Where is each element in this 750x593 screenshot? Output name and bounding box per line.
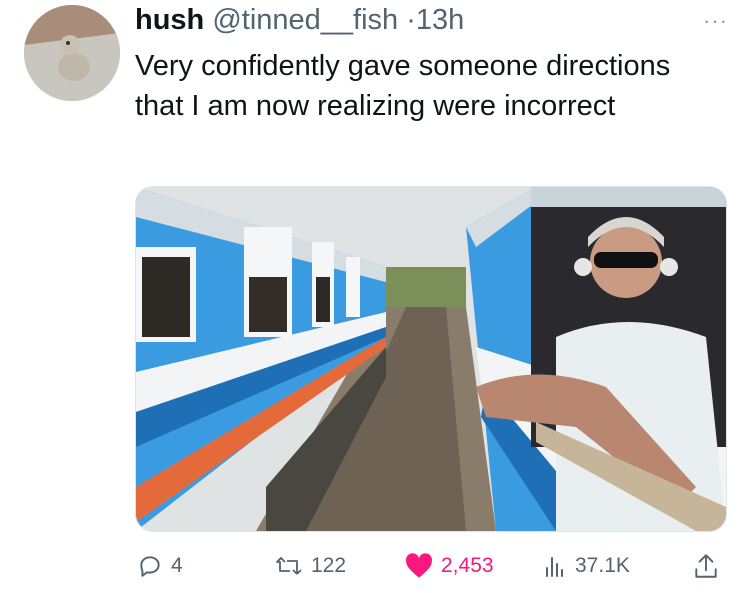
separator-dot: ·	[406, 4, 416, 36]
retweet-count: 122	[311, 554, 347, 577]
views-count: 37.1K	[575, 554, 630, 577]
like-button[interactable]: 2,453	[405, 548, 494, 584]
retweet-button[interactable]: 122	[275, 548, 346, 584]
reply-count: 4	[171, 554, 183, 577]
tweet-text: Very confidently gave someone directions…	[135, 50, 671, 122]
more-icon[interactable]: ···	[703, 8, 728, 34]
tweet-header: hush @tinned__fish ·13h	[135, 2, 464, 38]
action-bar: 4 122 2,453 37.1K	[135, 548, 725, 584]
views-icon	[543, 553, 567, 579]
retweet-icon	[275, 553, 303, 579]
display-name[interactable]: hush	[135, 4, 204, 36]
share-icon	[693, 552, 719, 580]
user-handle[interactable]: @tinned__fish	[212, 4, 398, 36]
views-button[interactable]: 37.1K	[543, 548, 630, 584]
heart-icon	[405, 553, 433, 579]
avatar[interactable]	[24, 5, 120, 101]
like-count: 2,453	[441, 554, 494, 577]
reply-icon	[137, 553, 163, 579]
reply-button[interactable]: 4	[137, 548, 183, 584]
timestamp[interactable]: 13h	[416, 4, 464, 36]
share-button[interactable]	[693, 548, 719, 584]
tweet-image[interactable]	[135, 186, 727, 532]
